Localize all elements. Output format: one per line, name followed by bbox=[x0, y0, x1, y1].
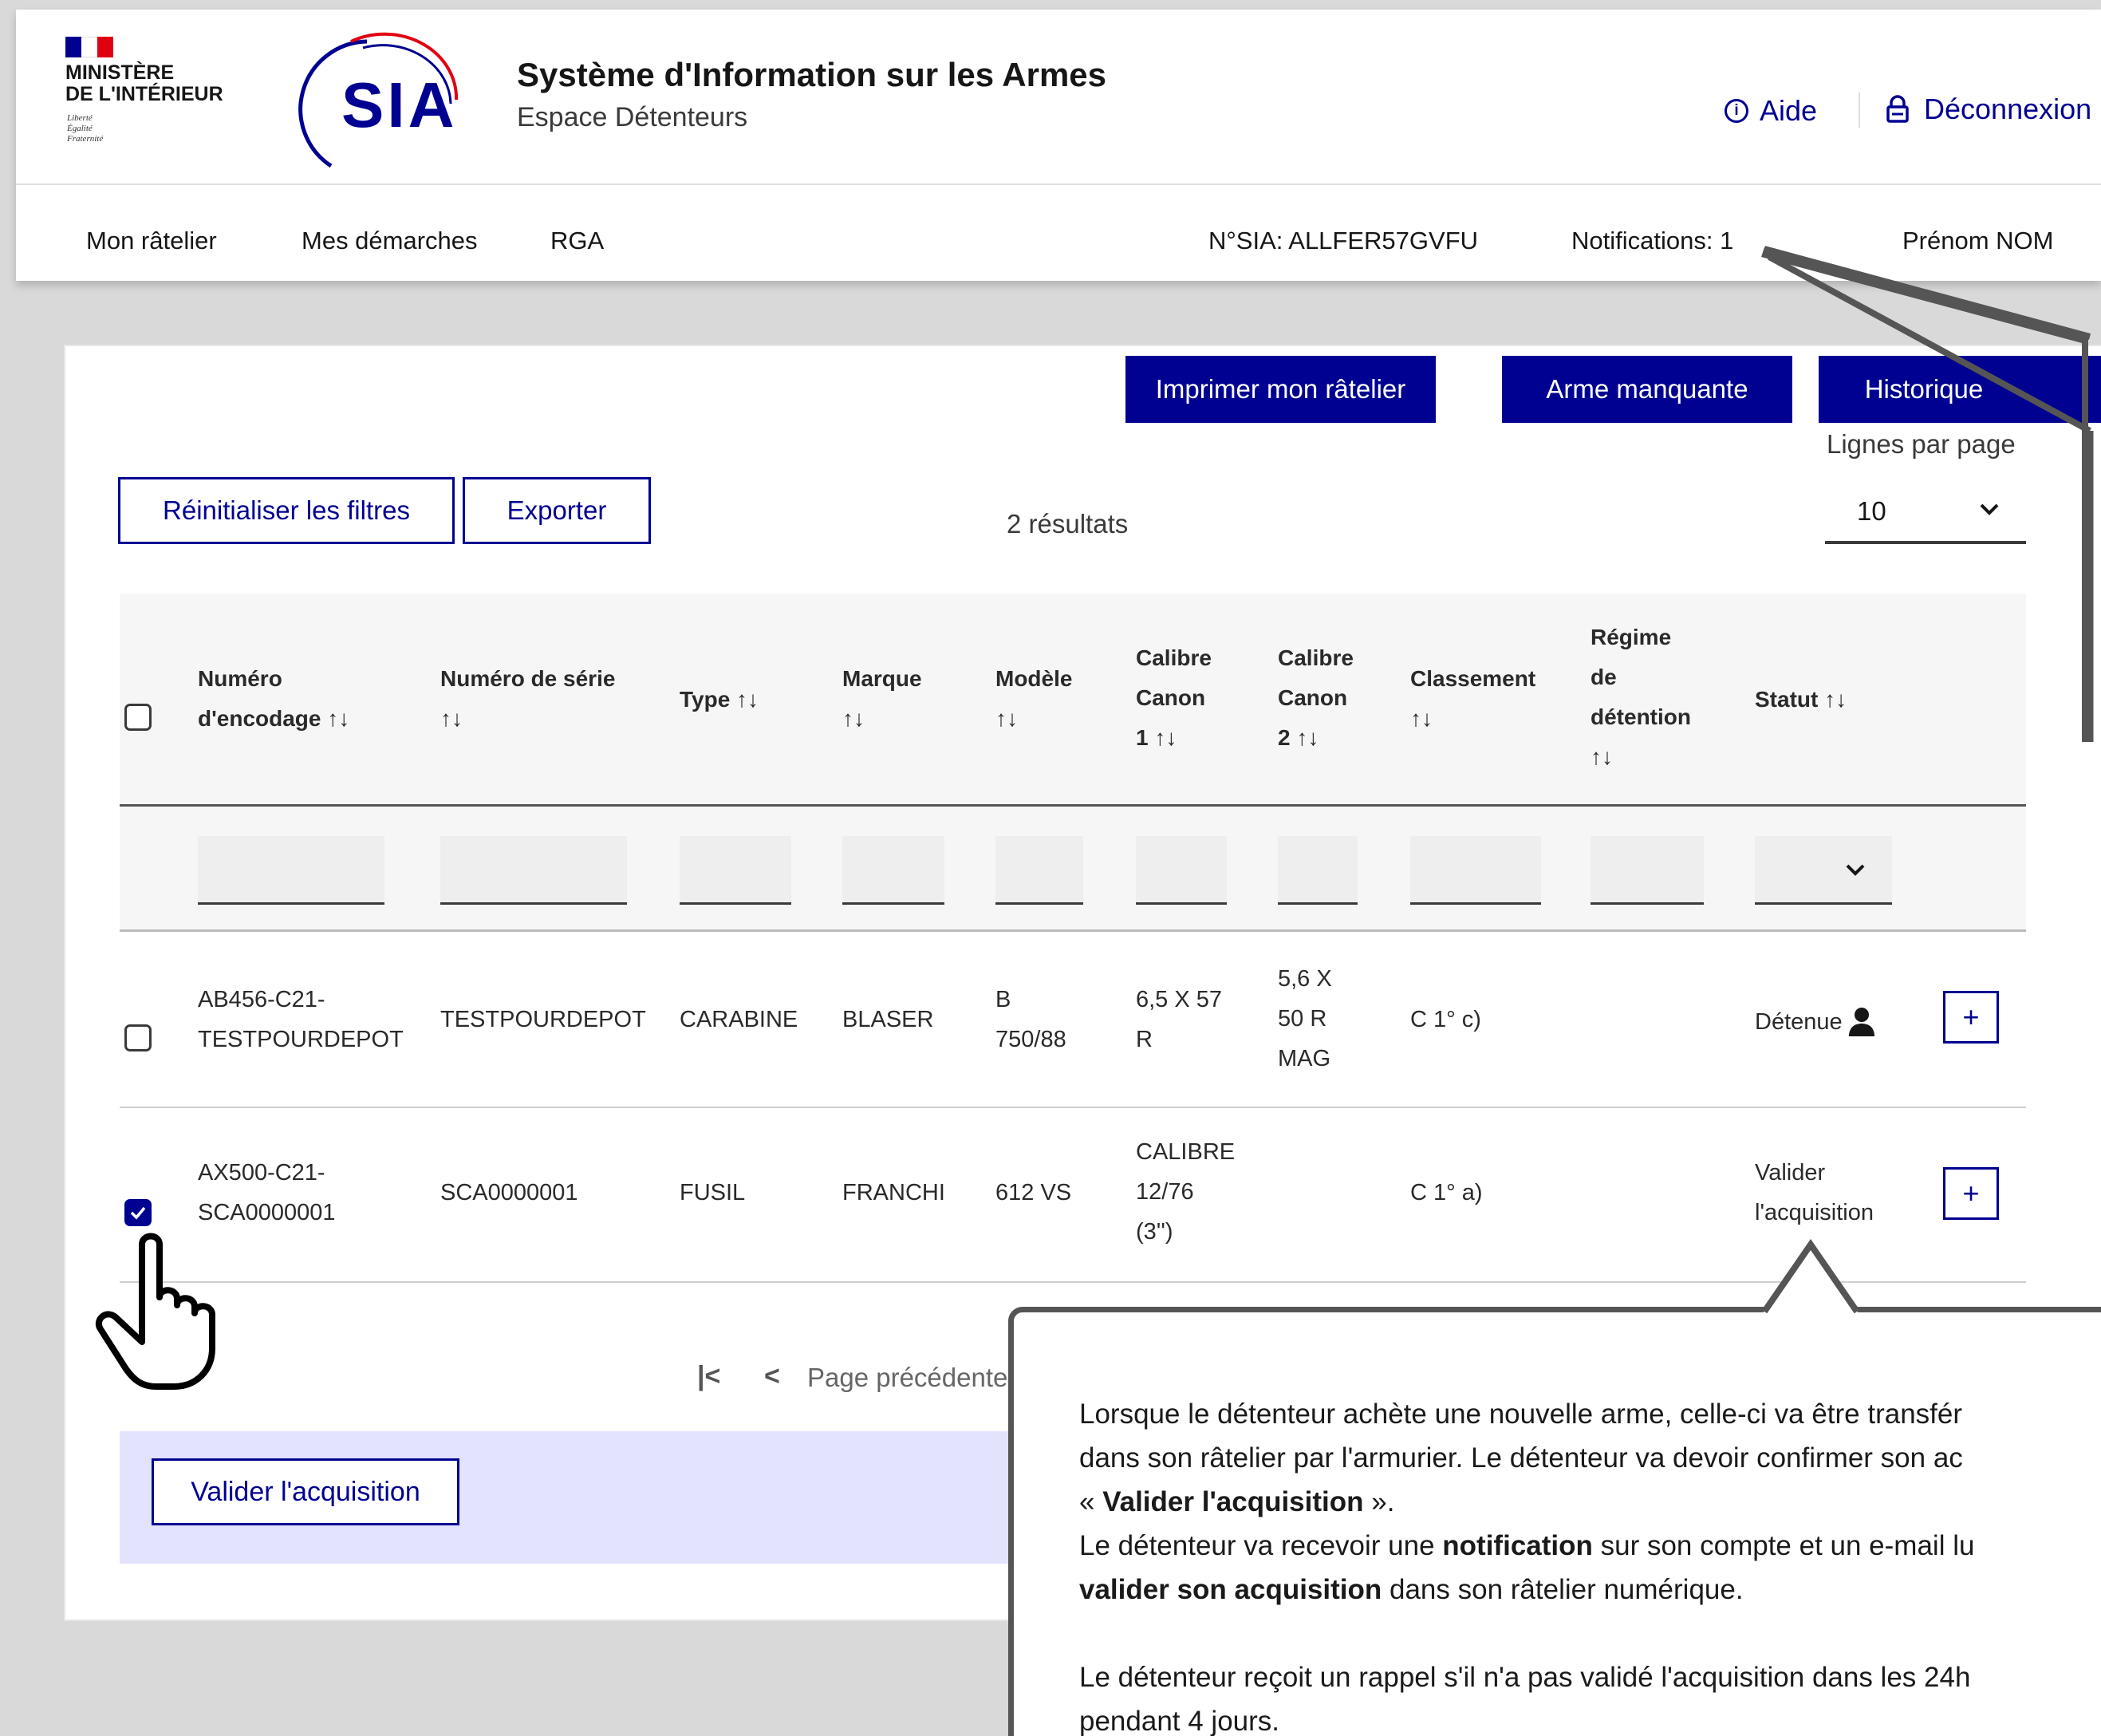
callout-line: dans son râtelier par l'armurier. Le dét… bbox=[1079, 1442, 1963, 1474]
callout-line: « Valider l'acquisition ». bbox=[1079, 1486, 1395, 1517]
callout-line: pendant 4 jours. bbox=[1079, 1706, 1280, 1736]
callout-text: Lorsque le détenteur achète une nouvelle… bbox=[1079, 1392, 1974, 1736]
help-callout: Lorsque le détenteur achète une nouvelle… bbox=[1008, 1307, 2101, 1736]
callout-tail-icon bbox=[1763, 1238, 1860, 1314]
callout-line: Le détenteur reçoit un rappel s'il n'a p… bbox=[1079, 1662, 1971, 1693]
callout-line: valider son acquisition dans son râtelie… bbox=[1079, 1574, 1744, 1605]
callout-line: Le détenteur va recevoir une notificatio… bbox=[1079, 1530, 1975, 1561]
hand-pointer-icon bbox=[96, 1233, 215, 1390]
callout-line: Lorsque le détenteur achète une nouvelle… bbox=[1079, 1399, 1963, 1430]
